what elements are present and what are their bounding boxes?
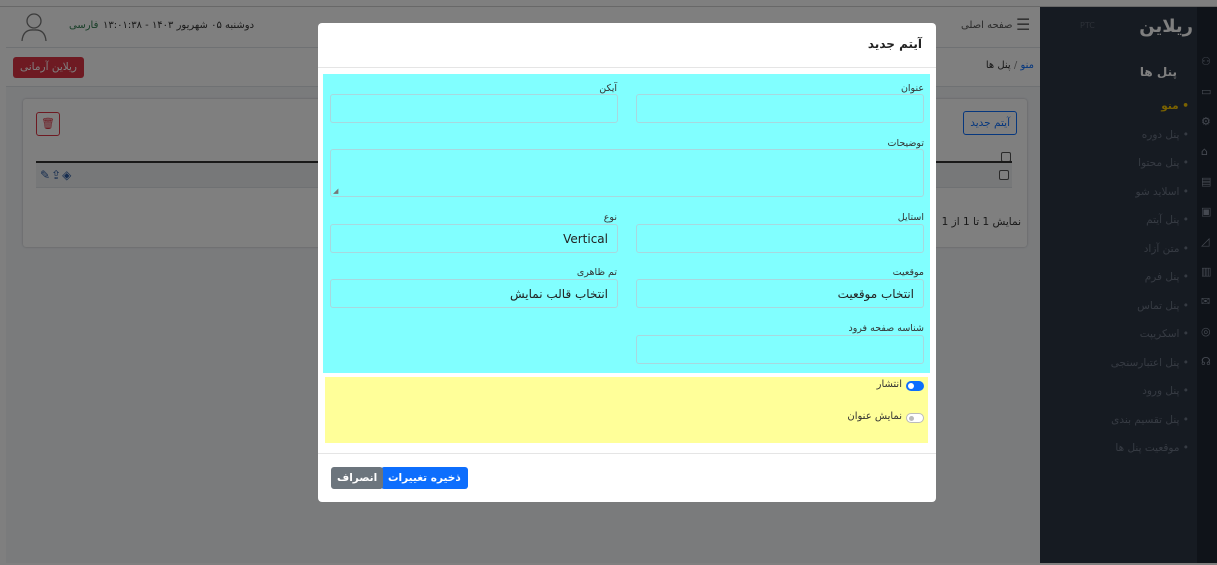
cancel-button[interactable]: انصراف (331, 467, 384, 489)
landing-page-label: شناسه صفحه فرود (848, 323, 924, 334)
position-select[interactable]: انتخاب موقعیت (636, 279, 924, 308)
new-item-modal: آیتم جدید عنوان آیکن توضیحات ◢ استایل نو… (318, 23, 936, 502)
title-input[interactable] (636, 94, 924, 123)
description-label: توضیحات (887, 138, 924, 149)
theme-label: تم ظاهری (576, 267, 617, 278)
icon-input[interactable] (330, 94, 618, 123)
position-value: انتخاب موقعیت (837, 287, 914, 301)
icon-label: آیکن (599, 83, 617, 94)
type-select[interactable]: Vertical (330, 224, 618, 253)
form-fields-area: عنوان آیکن توضیحات ◢ استایل نوع Vertical… (323, 74, 930, 373)
position-label: موقعیت (892, 267, 924, 278)
modal-header: آیتم جدید (318, 23, 936, 68)
style-input[interactable] (636, 224, 924, 253)
type-value: Vertical (563, 232, 608, 246)
type-label: نوع (603, 212, 617, 223)
style-label: استایل (897, 212, 924, 223)
theme-value: انتخاب قالب نمایش (509, 287, 608, 301)
publish-label: انتشار (876, 379, 902, 390)
show-title-switch[interactable] (906, 413, 924, 423)
save-button[interactable]: ذخیره تغییرات (381, 467, 468, 489)
modal-footer: ذخیره تغییرات انصراف (318, 453, 936, 503)
landing-page-input[interactable] (636, 335, 924, 364)
switches-area: انتشار نمایش عنوان (325, 377, 928, 443)
resize-handle-icon[interactable]: ◢ (333, 187, 338, 195)
title-label: عنوان (900, 83, 924, 94)
theme-select[interactable]: انتخاب قالب نمایش (330, 279, 618, 308)
publish-switch[interactable] (906, 381, 924, 391)
description-textarea[interactable]: ◢ (330, 149, 924, 197)
modal-title: آیتم جدید (867, 37, 922, 51)
show-title-label: نمایش عنوان (847, 411, 902, 422)
